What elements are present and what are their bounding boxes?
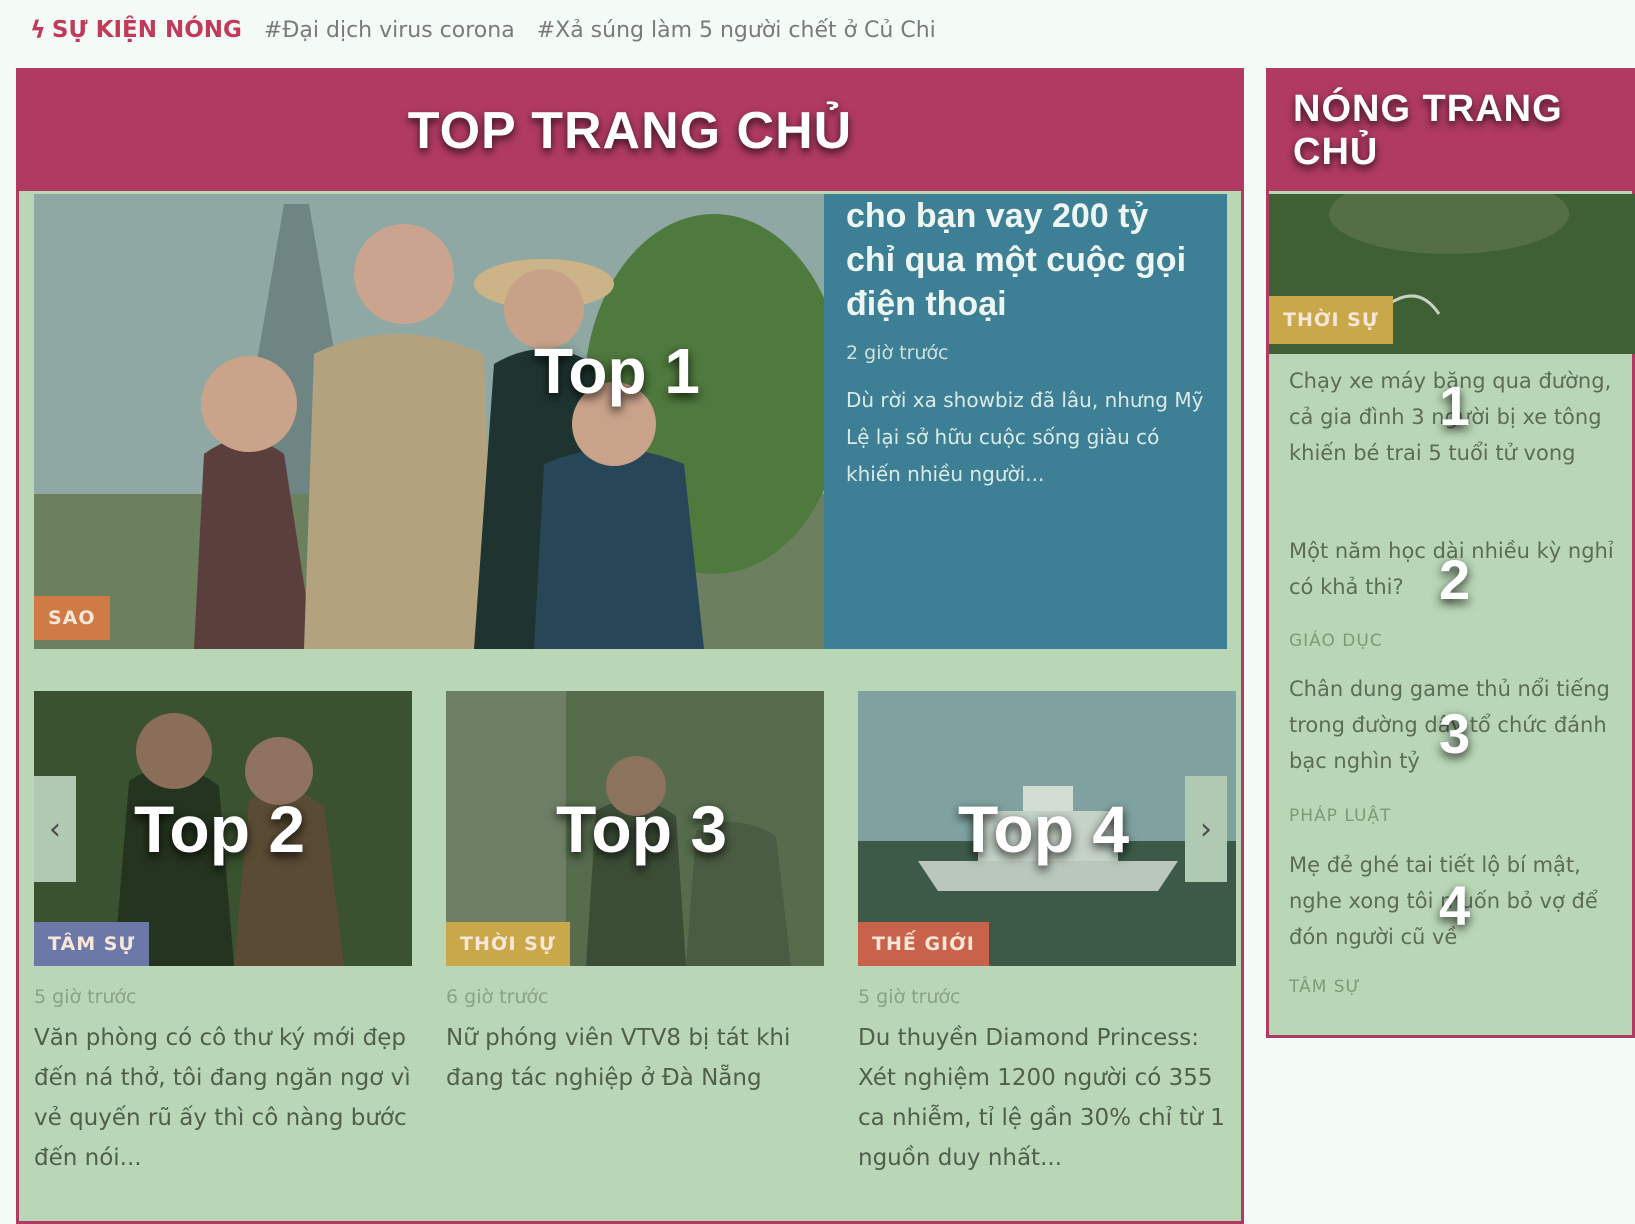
lightning-icon: ϟ [30,16,46,44]
hot-events-bar: ϟ SỰ KIỆN NÓNG #Đại dịch virus corona #X… [30,10,936,50]
hot-rank-3: 3 [1439,702,1471,765]
hot-rank-1: 1 [1439,374,1471,437]
card-title[interactable]: Du thuyền Diamond Princess: Xét nghiệm 1… [858,1018,1236,1178]
category-badge-tamsu[interactable]: TÂM SỰ [34,922,150,966]
hot-item-category[interactable]: GIÁO DỤC [1289,631,1383,651]
featured-text-block: cho bạn vay 200 tỷ chỉ qua một cuộc gọi … [824,194,1227,649]
top-4-label: Top 4 [958,792,1130,866]
top-2-label: Top 2 [134,792,306,866]
hot-rank-2: 2 [1439,548,1471,611]
hot-events-label: ϟ SỰ KIỆN NÓNG [30,16,242,44]
card-title[interactable]: Văn phòng có cô thư ký mới đẹp đến ná th… [34,1018,412,1178]
chevron-right-icon: › [1200,811,1212,847]
article-card[interactable]: Top 4 THẾ GIỚI 5 giờ trước Du thuyền Dia… [858,691,1236,1178]
top-3-label: Top 3 [556,792,728,866]
featured-time: 2 giờ trước [846,342,949,364]
category-badge-sao[interactable]: SAO [34,596,110,640]
hot-panel-title: NÓNG TRANG CHỦ [1293,88,1563,173]
hot-article-image[interactable]: THỜI SỰ [1269,194,1635,354]
featured-image[interactable]: Top 1 SAO [34,194,824,649]
hot-event-link-1[interactable]: #Đại dịch virus corona [264,18,515,43]
top-cards-carousel: Top 2 TÂM SỰ 5 giờ trước Văn phòng có cô… [34,691,1236,1191]
featured-description: Dù rời xa showbiz đã lâu, nhưng Mỹ Lệ lạ… [846,388,1204,486]
chevron-left-icon: ‹ [49,811,61,847]
article-card[interactable]: Top 2 TÂM SỰ 5 giờ trước Văn phòng có cô… [34,691,412,1178]
top-homepage-panel: TOP TRANG CHỦ Top 1 SAO cho bạn vay 200 … [16,68,1244,1224]
hot-events-text: SỰ KIỆN NÓNG [51,17,242,43]
card-image[interactable]: Top 3 THỜI SỰ [446,691,824,966]
category-badge-thoisu[interactable]: THỜI SỰ [1269,296,1393,344]
category-badge-thoisu[interactable]: THỜI SỰ [446,922,570,966]
hot-homepage-panel: NÓNG TRANG CHỦ THỜI SỰ Chạy xe máy băng … [1266,68,1635,1038]
featured-article[interactable]: Top 1 SAO cho bạn vay 200 tỷ chỉ qua một… [34,194,1227,649]
hot-item-category[interactable]: PHÁP LUẬT [1289,806,1391,826]
card-time: 5 giờ trước [34,986,137,1008]
card-time: 5 giờ trước [858,986,961,1008]
article-card[interactable]: Top 3 THỜI SỰ 6 giờ trước Nữ phóng viên … [446,691,824,1098]
category-badge-thegioi[interactable]: THẾ GIỚI [858,922,989,966]
card-image[interactable]: Top 4 THẾ GIỚI [858,691,1236,966]
family-photo [34,194,824,649]
card-title[interactable]: Nữ phóng viên VTV8 bị tát khi đang tác n… [446,1018,824,1098]
carousel-prev-button[interactable]: ‹ [34,776,76,882]
hot-rank-4: 4 [1439,874,1471,937]
card-time: 6 giờ trước [446,986,549,1008]
top-1-label: Top 1 [534,335,700,407]
featured-title[interactable]: cho bạn vay 200 tỷ chỉ qua một cuộc gọi … [846,194,1205,326]
top-panel-title: TOP TRANG CHỦ [407,102,853,160]
top-panel-header: TOP TRANG CHỦ [19,71,1241,191]
hot-event-link-2[interactable]: #Xả súng làm 5 người chết ở Củ Chi [537,18,936,43]
hot-item-category[interactable]: TÂM SỰ [1289,977,1361,997]
card-image[interactable]: Top 2 TÂM SỰ [34,691,412,966]
carousel-next-button[interactable]: › [1185,776,1227,882]
hot-panel-header: NÓNG TRANG CHỦ [1269,71,1632,191]
